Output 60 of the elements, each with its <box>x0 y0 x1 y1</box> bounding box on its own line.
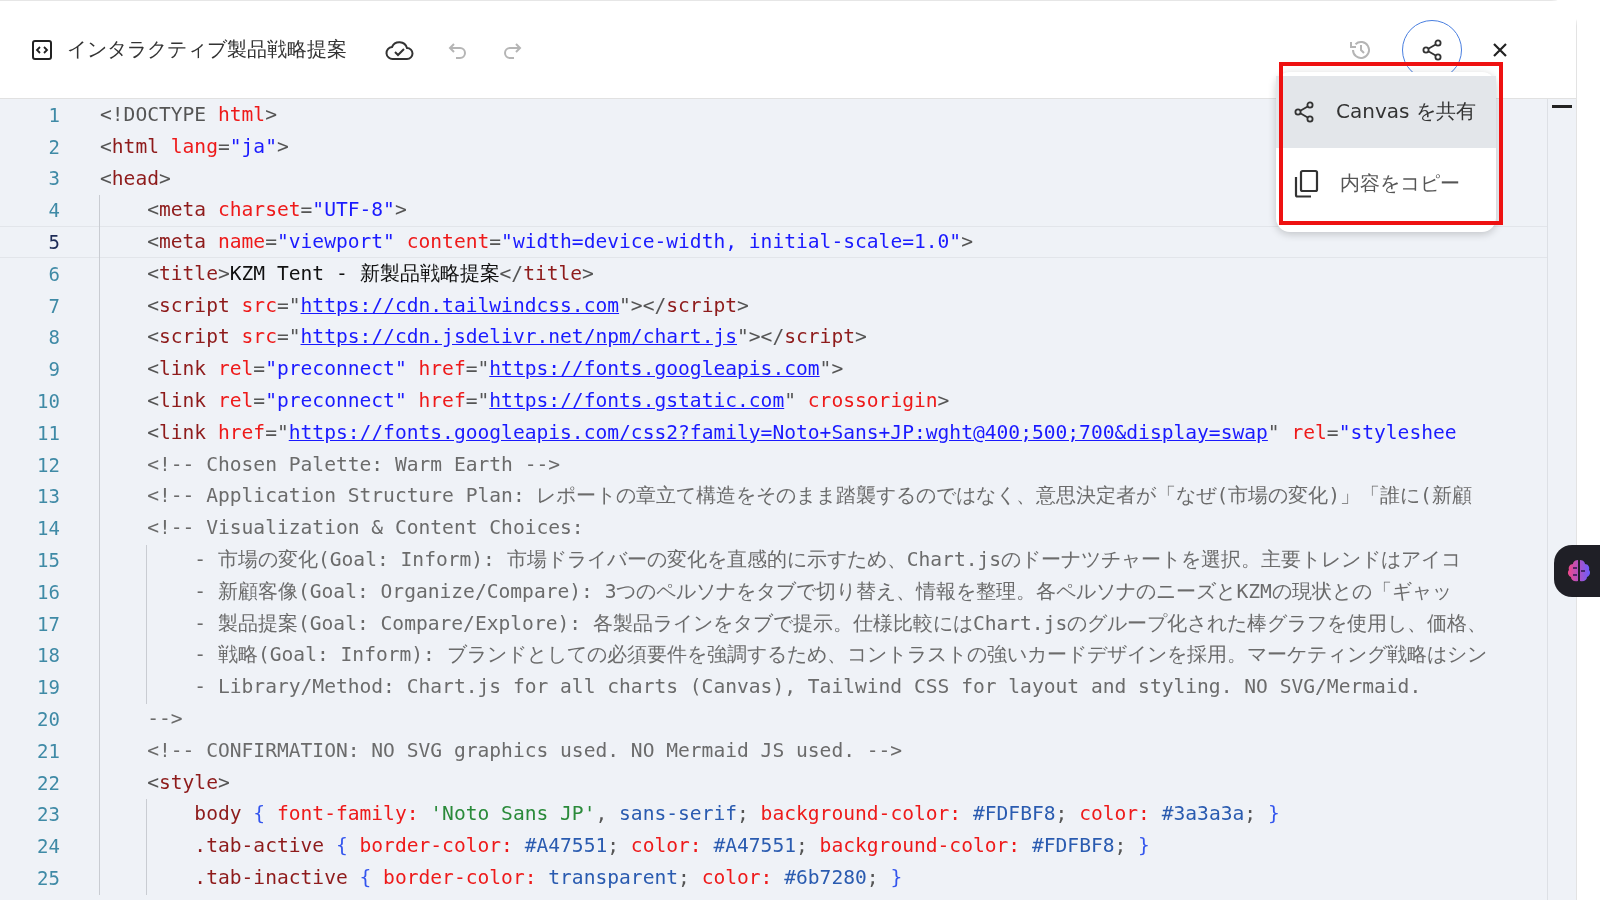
code-line: <link rel="preconnect" href="https://fonts.gstatic.com" crossorigin> <box>100 386 950 417</box>
line-number: 21 <box>36 739 60 762</box>
line-number: 4 <box>47 199 60 222</box>
code-line: - Library/Method: Chart.js for all charts (Canvas), Tailwind CSS for layout and styling. NO SVG/Mermaid. <box>100 672 1422 703</box>
code-line: <meta charset="UTF-8"> <box>100 195 407 226</box>
line-number: 12 <box>36 453 60 476</box>
code-line: <style> <box>100 767 230 798</box>
line-number: 16 <box>36 580 60 603</box>
line-number: 2 <box>47 135 60 158</box>
code-line: - 新顧客像(Goal: Organize/Compare): 3つのペルソナをタブで切り替え、情報を整理。各ペルソナのニーズとKZMの現状との「ギャッ <box>100 576 1452 607</box>
code-line: <head> <box>100 165 171 192</box>
code-line: - 市場の変化(Goal: Inform): 市場ドライバーの変化を直感的に示すため、Chart.jsのドーナツチャートを選択。主要トレンドはアイコ <box>100 545 1462 576</box>
code-line: .tab-active { border-color: #A47551; color: #A47551; background-color: #FDFBF8; } <box>100 831 1150 862</box>
line-number: 20 <box>36 708 60 731</box>
copy-icon <box>1292 168 1320 199</box>
code-line: - 製品提案(Goal: Compare/Explore): 各製品ラインをタブで提示。仕様比較にはChart.jsのグループ化された棒グラフを使用し、価格、 <box>100 608 1488 639</box>
code-line: <script src="https://cdn.jsdelivr.net/npm/chart.js"></script> <box>100 322 867 353</box>
line-number: 6 <box>47 262 60 285</box>
code-line: .tab-inactive { border-color: transparent; color: #6b7280; } <box>100 863 903 894</box>
line-number: 13 <box>36 485 60 508</box>
code-line: <html lang="ja"> <box>100 133 289 160</box>
line-number: 7 <box>47 294 60 317</box>
code-line: <!-- Visualization & Content Choices: <box>100 513 584 544</box>
code-line: <!DOCTYPE html> <box>100 101 277 128</box>
line-number: 3 <box>47 167 60 190</box>
line-number: 24 <box>36 835 60 858</box>
code-line: <link rel="preconnect" href="https://fonts.googleapis.com"> <box>100 354 844 385</box>
line-number: 8 <box>47 326 60 349</box>
code-line: - 戦略(Goal: Inform): ブランドとしての必須要件を強調するため、コントラストの強いカードデザインを採用。マーケティング戦略はシン <box>100 640 1487 671</box>
cloud-check-icon <box>385 38 415 61</box>
scroll-marker <box>1552 105 1572 108</box>
line-number: 19 <box>36 676 60 699</box>
code-line: --> <box>100 704 183 735</box>
line-number: 14 <box>36 517 60 540</box>
share-icon <box>1292 99 1316 124</box>
line-number: 15 <box>36 549 60 572</box>
menu-item[interactable]: Canvas を共有 <box>1276 75 1496 148</box>
line-number: 5 <box>47 231 60 254</box>
document-title: インタラクティブ製品戦略提案 <box>67 36 347 63</box>
share-icon <box>1420 37 1444 62</box>
code-line: <!-- Application Structure Plan: レポートの章立て構造をそのまま踏襲するのではなく、意思決定者が「なぜ(市場の変化)」「誰に(新顧 <box>100 481 1472 512</box>
line-number: 10 <box>36 390 60 413</box>
code-line: <title>KZM Tent - 新製品戦略提案</title> <box>100 258 594 289</box>
line-number: 11 <box>36 421 60 444</box>
line-number: 25 <box>36 867 60 889</box>
code-line: <script src="https://cdn.tailwindcss.com"></script> <box>100 290 749 321</box>
line-number: 22 <box>36 771 60 794</box>
line-number: 9 <box>47 358 60 381</box>
code-icon <box>31 38 53 61</box>
code-line: <!-- CONFIRMATION: NO SVG graphics used. NO Mermaid JS used. --> <box>100 735 903 766</box>
assistant-button[interactable] <box>1554 545 1600 597</box>
line-number: 17 <box>36 612 60 635</box>
code-line: <!-- Chosen Palette: Warm Earth --> <box>100 449 561 480</box>
line-number: 18 <box>36 644 60 667</box>
code-line: body { font-family: 'Noto Sans JP', sans-serif; background-color: #FDFBF8; color: #3a3a3a; } <box>100 799 1280 830</box>
code-line: <meta name="viewport" content="width=device-width, initial-scale=1.0"> <box>100 227 973 258</box>
line-number: 1 <box>47 103 60 126</box>
code-line: <link href="https://fonts.googleapis.com/css2?family=Noto+Sans+JP:wght@400;500;700&display=swap" rel="styleshee <box>100 417 1457 448</box>
menu-item[interactable]: 内容をコピー <box>1276 147 1496 220</box>
line-number: 23 <box>36 803 60 826</box>
